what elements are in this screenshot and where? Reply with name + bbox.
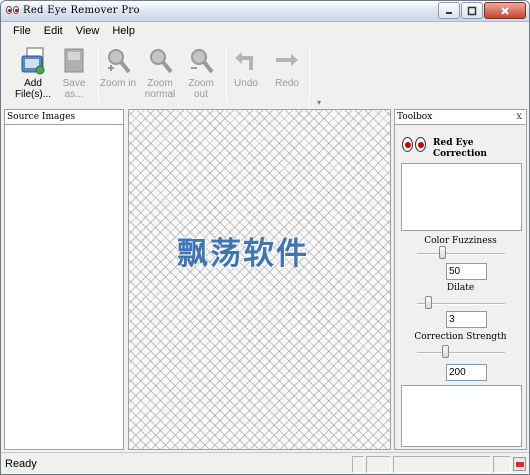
maximize-button[interactable] [461, 2, 483, 19]
status-pane [352, 456, 364, 473]
save-icon [64, 48, 84, 73]
redo-icon [276, 54, 298, 66]
zoom-out-icon [191, 49, 214, 74]
undo-label: Undo [234, 78, 258, 89]
zoom-in-label: Zoom in [99, 78, 137, 89]
toolbox-panel: Toolbox x Red Eye Correction Color Fuzzi… [394, 109, 527, 450]
status-bar: Ready [1, 452, 529, 474]
undo-icon [235, 52, 253, 70]
correction-strength-slider[interactable] [417, 345, 505, 358]
red-eye-tool-title: Red Eye Correction [433, 138, 487, 159]
zoom-normal-icon [150, 49, 173, 74]
slider-thumb[interactable] [438, 246, 446, 259]
zoom-out-button[interactable]: Zoom out [180, 46, 222, 106]
red-eye-app-icon [6, 6, 20, 16]
correction-strength-field[interactable]: 200 [446, 364, 487, 381]
zoom-in-button[interactable]: Zoom in [97, 46, 139, 106]
toolbox-close-button[interactable]: x [516, 110, 522, 124]
close-icon [501, 6, 509, 15]
watermark-text: 飘荡软件 [177, 236, 309, 272]
toolbox-info-box [401, 385, 522, 447]
menu-bar: File Edit View Help [1, 22, 529, 41]
source-images-panel: Source Images [4, 109, 124, 450]
maximize-icon [467, 6, 477, 15]
slider-thumb[interactable] [424, 296, 432, 309]
color-fuzziness-slider[interactable] [417, 246, 505, 259]
zoom-out-label: Zoom out [188, 78, 214, 100]
app-window: Red Eye Remover Pro File Edit View Help [0, 0, 530, 475]
dilate-field[interactable]: 3 [446, 311, 487, 328]
menu-help[interactable]: Help [112, 22, 135, 41]
status-pane [493, 456, 511, 473]
close-button[interactable] [484, 2, 526, 19]
color-fuzziness-field[interactable]: 50 [446, 263, 487, 280]
add-files-button[interactable]: Add File(s)... [12, 46, 54, 106]
dilate-label: Dilate [446, 283, 475, 293]
window-controls [437, 2, 526, 19]
window-title: Red Eye Remover Pro [23, 5, 140, 16]
source-images-list[interactable] [5, 125, 123, 449]
resize-grip-icon[interactable] [513, 457, 526, 471]
image-canvas[interactable]: 飘荡软件 [128, 109, 391, 450]
menu-file[interactable]: File [13, 22, 31, 41]
color-fuzziness-label: Color Fuzziness [424, 236, 497, 246]
zoom-normal-button[interactable]: Zoom normal [140, 46, 180, 106]
toolbox-title: Toolbox [397, 112, 433, 122]
status-pane [393, 456, 491, 473]
undo-button[interactable]: Undo [225, 46, 267, 106]
toolbar: Add File(s)... Save as... Zoom in Zoom n… [7, 42, 527, 108]
correction-strength-label: Correction Strength [414, 332, 507, 342]
correction-preview [401, 163, 522, 231]
add-files-label: Add File(s)... [14, 78, 52, 100]
menu-edit[interactable]: Edit [44, 22, 63, 41]
save-as-label: Save as... [62, 78, 86, 100]
toolbox-header: Toolbox x [395, 110, 526, 125]
toolbar-separator [309, 48, 310, 102]
minimize-icon [446, 11, 452, 14]
add-file-icon [21, 47, 45, 75]
zoom-normal-label: Zoom normal [144, 78, 176, 100]
red-eye-icon [402, 137, 428, 153]
redo-label: Redo [275, 78, 299, 89]
dilate-slider[interactable] [417, 296, 505, 309]
title-bar[interactable]: Red Eye Remover Pro [1, 1, 529, 22]
minimize-button[interactable] [438, 2, 460, 19]
slider-thumb[interactable] [442, 345, 450, 358]
status-text: Ready [5, 458, 37, 470]
menu-view[interactable]: View [76, 22, 100, 41]
zoom-in-icon [108, 49, 131, 74]
redo-button[interactable]: Redo [266, 46, 308, 106]
status-pane [366, 456, 391, 473]
source-images-title: Source Images [5, 110, 123, 125]
toolbar-overflow-icon[interactable]: ▾ [317, 98, 321, 107]
save-as-button[interactable]: Save as... [53, 46, 95, 106]
